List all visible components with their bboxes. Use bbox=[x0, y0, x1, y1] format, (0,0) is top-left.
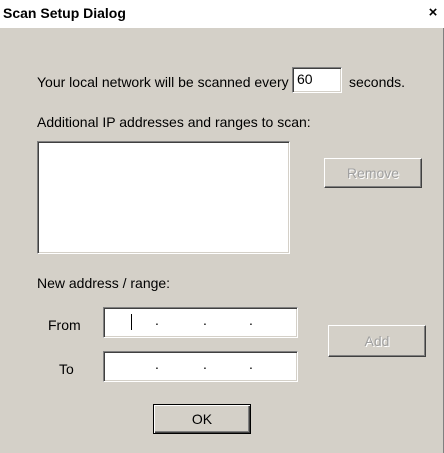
scan-interval-input[interactable]: 60 bbox=[292, 67, 342, 93]
from-ip-input[interactable]: . . . bbox=[103, 307, 298, 338]
additional-addresses-label: Additional IP addresses and ranges to sc… bbox=[37, 114, 311, 130]
title-bar[interactable]: Scan Setup Dialog × bbox=[0, 0, 444, 28]
text-caret bbox=[131, 314, 132, 330]
scan-setup-dialog: Scan Setup Dialog × Your local network w… bbox=[0, 0, 444, 453]
ok-button[interactable]: OK bbox=[153, 404, 251, 434]
to-ip-separator: . bbox=[155, 356, 159, 372]
remove-button[interactable]: Remove bbox=[324, 158, 422, 188]
scan-interval-suffix: seconds. bbox=[349, 74, 406, 90]
add-button[interactable]: Add bbox=[328, 325, 426, 357]
from-ip-separator: . bbox=[203, 312, 207, 328]
from-ip-separator: . bbox=[249, 312, 253, 328]
close-icon[interactable]: × bbox=[425, 5, 441, 21]
remove-button-label: Remove bbox=[346, 165, 400, 181]
new-range-label: New address / range: bbox=[37, 275, 171, 291]
add-button-label: Add bbox=[364, 333, 390, 349]
from-ip-separator: . bbox=[155, 312, 159, 328]
to-ip-input[interactable]: . . . bbox=[103, 351, 298, 382]
to-ip-separator: . bbox=[249, 356, 253, 372]
from-label: From bbox=[48, 317, 81, 333]
to-label: To bbox=[59, 361, 74, 377]
to-ip-separator: . bbox=[203, 356, 207, 372]
additional-addresses-list[interactable] bbox=[37, 141, 290, 254]
window-title: Scan Setup Dialog bbox=[3, 5, 126, 21]
ok-button-label: OK bbox=[191, 411, 213, 427]
scan-interval-prefix: Your local network will be scanned every bbox=[37, 74, 289, 90]
